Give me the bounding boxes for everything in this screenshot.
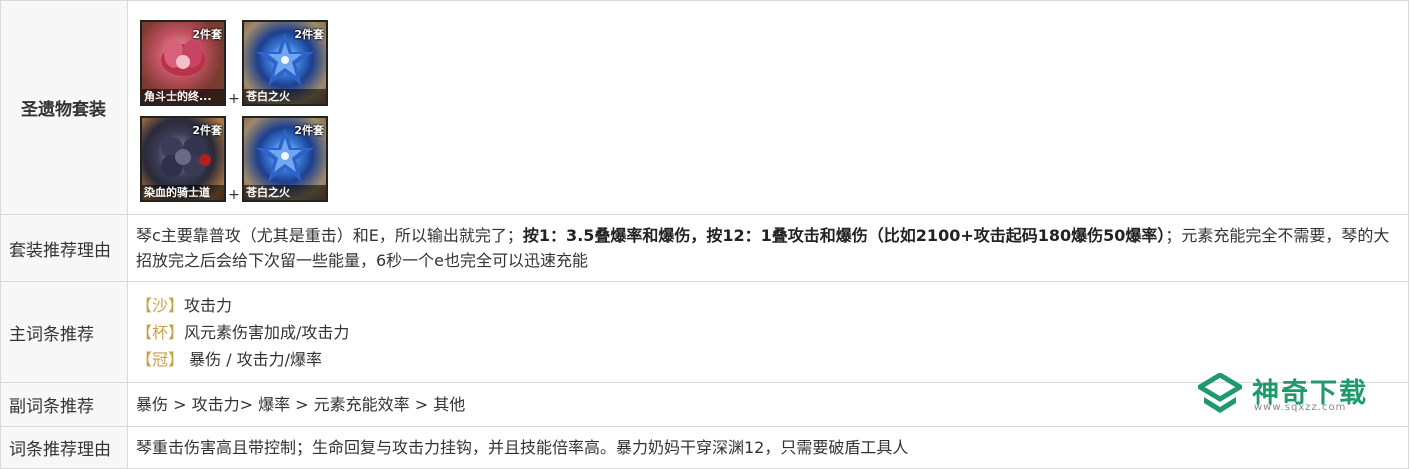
set-count-badge: 2件套 [192, 27, 222, 41]
slot-value: 暴伤 / 攻击力/爆率 [184, 349, 323, 369]
set-reason-row: 套装推荐理由 琴c主要靠普攻（尤其是重击）和E，所以输出就完了；按1：3.5叠爆… [0, 214, 1409, 282]
artifact-card[interactable]: 2件套 染血的骑士道 [140, 115, 226, 202]
stat-reason-label: 词条推荐理由 [0, 426, 128, 469]
main-stats-row: 主词条推荐 【沙】攻击力 【杯】风元素伤害加成/攻击力 【冠】 暴伤 / 攻击力… [0, 281, 1409, 383]
slot-value: 风元素伤害加成/攻击力 [184, 322, 350, 342]
artifact-combo-2: 2件套 染血的骑士道 + 2件套 苍白之火 [140, 115, 1400, 203]
main-stats-label: 主词条推荐 [0, 281, 128, 383]
site-watermark: 神奇下载 www.sqxzz.com [1198, 371, 1398, 415]
plus-sign: + [228, 186, 240, 203]
artifact-card[interactable]: 2件套 苍白之火 [242, 19, 328, 106]
main-stats-list: 【沙】攻击力 【杯】风元素伤害加成/攻击力 【冠】 暴伤 / 攻击力/爆率 [127, 281, 1409, 383]
main-stat-sands: 【沙】攻击力 [136, 292, 1400, 319]
slot-tag: 【杯】 [136, 322, 185, 342]
plus-sign: + [228, 90, 240, 107]
site-logo-icon [1198, 373, 1242, 413]
artifact-set-label: 圣遗物套装 [0, 0, 128, 215]
stat-reason-row: 词条推荐理由 琴重击伤害高且带控制；生命回复与攻击力挂钩，并且技能倍率高。暴力奶… [0, 426, 1409, 469]
artifact-card[interactable]: 2件套 苍白之火 [242, 115, 328, 202]
artifact-combo-1: 2件套 角斗士的终... + 2件套 苍白之火 [140, 19, 1400, 107]
set-reason-emphasis: 按1：3.5叠爆率和爆伤，按12：1叠攻击和爆伤（比如2100+攻击起码180爆… [522, 226, 1166, 245]
main-stat-goblet: 【杯】风元素伤害加成/攻击力 [136, 319, 1400, 346]
sub-stats-label: 副词条推荐 [0, 382, 128, 427]
set-count-badge: 2件套 [294, 27, 324, 41]
artifact-set-combos: 2件套 角斗士的终... + 2件套 苍白之火 2件套 染血的骑士道 + 2件套… [127, 0, 1409, 215]
artifact-name: 角斗士的终... [142, 88, 224, 104]
artifact-set-row: 圣遗物套装 2件套 角斗士的终... + 2件套 苍白之火 2件套 染血的骑士道… [0, 0, 1409, 215]
artifact-name: 苍白之火 [244, 88, 326, 104]
set-count-badge: 2件套 [192, 123, 222, 137]
set-count-badge: 2件套 [294, 123, 324, 137]
slot-tag: 【冠】 [136, 349, 185, 369]
set-reason-part: 琴c主要靠普攻（尤其是重击）和E，所以输出就完了； [136, 226, 523, 245]
main-stat-circlet: 【冠】 暴伤 / 攻击力/爆率 [136, 346, 1400, 373]
stat-reason-text: 琴重击伤害高且带控制；生命回复与攻击力挂钩，并且技能倍率高。暴力奶妈干穿深渊12… [127, 426, 1409, 469]
artifact-name: 苍白之火 [244, 184, 326, 200]
set-reason-text: 琴c主要靠普攻（尤其是重击）和E，所以输出就完了；按1：3.5叠爆率和爆伤，按1… [127, 214, 1409, 282]
artifact-card[interactable]: 2件套 角斗士的终... [140, 19, 226, 106]
artifact-name: 染血的骑士道 [142, 184, 224, 200]
watermark-url: www.sqxzz.com [1254, 402, 1347, 413]
slot-value: 攻击力 [184, 295, 233, 315]
set-reason-label: 套装推荐理由 [0, 214, 128, 282]
slot-tag: 【沙】 [136, 295, 185, 315]
